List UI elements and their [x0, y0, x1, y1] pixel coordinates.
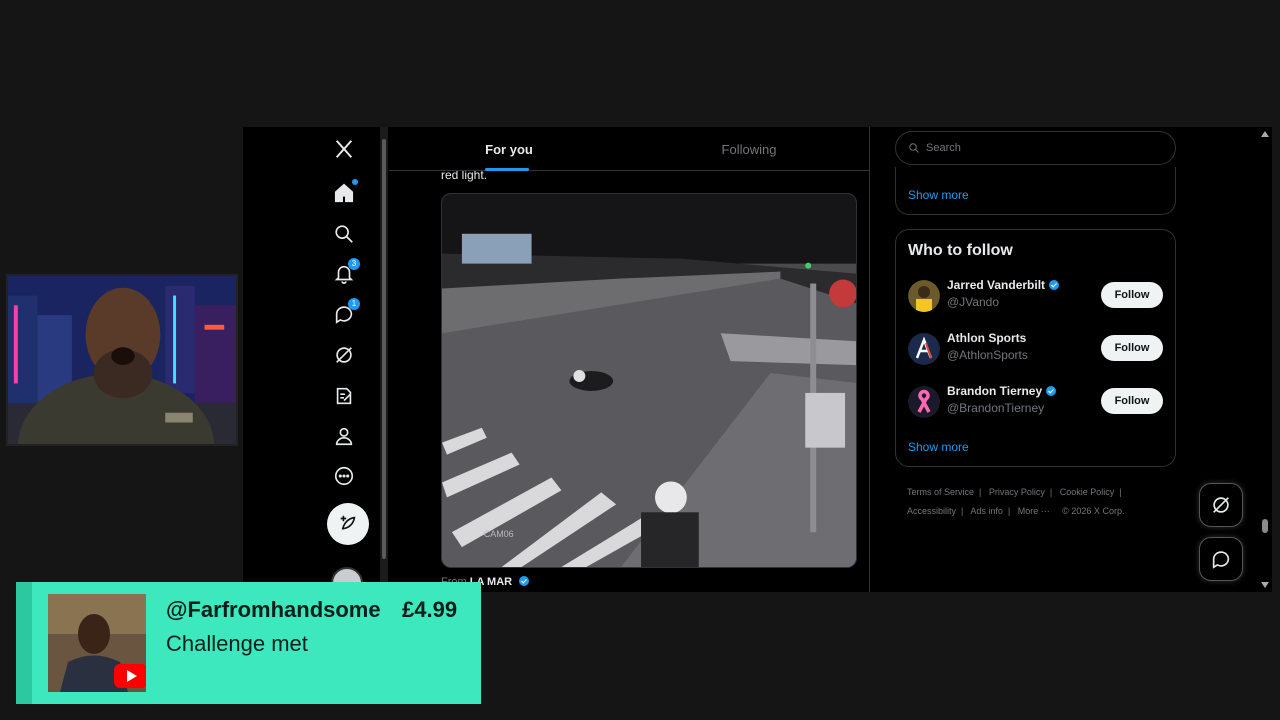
who-to-follow-title: Who to follow: [908, 242, 1013, 259]
tweet-video[interactable]: CAM06: [441, 193, 857, 568]
supporter-photo: [48, 594, 146, 692]
copyright: © 2026 X Corp.: [1062, 506, 1125, 516]
x-browser-window: 3 1 For you Following red light. CAM06 L…: [243, 127, 1272, 592]
superchat-message: Challenge met: [166, 631, 308, 656]
x-logo-icon[interactable]: [331, 136, 357, 162]
timeline-tabs: For you Following: [389, 127, 869, 171]
superchat-accent-stripe: [16, 582, 32, 704]
search-icon[interactable]: [331, 221, 357, 247]
user-name: Jarred Vanderbilt: [947, 278, 1060, 292]
footer-link[interactable]: Accessibility: [907, 506, 956, 516]
more-icon[interactable]: [331, 463, 357, 489]
user-handle: @AthlonSports: [947, 348, 1028, 362]
superchat-username: @Farfromhandsome: [166, 597, 381, 622]
verified-icon: [519, 576, 530, 586]
follow-suggestion[interactable]: Athlon Sports @AthlonSports Follow: [896, 327, 1175, 373]
profile-icon[interactable]: [331, 423, 357, 449]
footer-link[interactable]: More ···: [1018, 506, 1050, 516]
nav-scrollbar-thumb[interactable]: [382, 139, 386, 559]
messages-badge: 1: [348, 298, 360, 310]
home-notification-dot: [352, 179, 358, 185]
avatar: [908, 280, 940, 312]
messages-float-button[interactable]: [1199, 537, 1243, 581]
follow-suggestion[interactable]: Brandon Tierney @BrandonTierney Follow: [896, 380, 1175, 426]
footer-link[interactable]: Terms of Service: [907, 487, 974, 497]
superchat-avatar: [48, 594, 146, 692]
notifications-badge: 3: [348, 258, 360, 270]
right-sidebar: Show more Who to follow Jarred Vanderbil…: [895, 127, 1177, 592]
grok-float-button[interactable]: [1199, 483, 1243, 527]
grok-icon: [1213, 497, 1229, 513]
footer-link[interactable]: Privacy Policy: [989, 487, 1045, 497]
avatar: [908, 386, 940, 418]
tab-for-you[interactable]: For you: [389, 127, 629, 171]
who-to-follow-panel: Who to follow Jarred Vanderbilt @JVando …: [895, 229, 1176, 467]
tab-for-you-label: For you: [485, 141, 533, 157]
window-scrollbar-thumb[interactable]: [1262, 519, 1268, 533]
feather-plus-icon: [340, 515, 356, 530]
follow-button[interactable]: Follow: [1101, 335, 1163, 361]
who-to-follow-show-more-link[interactable]: Show more: [908, 440, 969, 454]
user-name: Brandon Tierney: [947, 384, 1057, 398]
superchat-banner: @Farfromhandsome £4.99 Challenge met: [16, 582, 481, 704]
search-input[interactable]: [926, 142, 1166, 154]
tab-following[interactable]: Following: [629, 127, 869, 171]
nav-scrollbar[interactable]: [380, 127, 388, 592]
post-button[interactable]: [327, 503, 369, 545]
superchat-amount: £4.99: [402, 597, 458, 622]
home-icon[interactable]: [331, 179, 358, 206]
user-name: Athlon Sports: [947, 331, 1027, 345]
timeline-column: For you Following red light. CAM06 LA MA…: [389, 127, 870, 592]
footer-links: Terms of Service | Privacy Policy | Cookie…: [907, 487, 1125, 516]
scroll-up-arrow[interactable]: [1261, 131, 1269, 137]
messages-icon: [1212, 551, 1230, 569]
cam-label: CAM06: [484, 529, 514, 539]
active-tab-indicator: [485, 168, 529, 171]
search-icon: [909, 143, 919, 153]
user-handle: @BrandonTierney: [947, 401, 1045, 415]
avatar: [908, 333, 940, 365]
follow-suggestion[interactable]: Jarred Vanderbilt @JVando Follow: [896, 274, 1175, 320]
trends-panel: Show more: [895, 167, 1176, 215]
user-handle: @JVando: [947, 295, 999, 309]
trends-show-more-link[interactable]: Show more: [908, 188, 969, 202]
bell-icon[interactable]: 3: [331, 258, 360, 287]
footer-link[interactable]: Cookie Policy: [1060, 487, 1115, 497]
write-icon[interactable]: [331, 383, 357, 409]
webcam-overlay: [6, 274, 238, 446]
streamer-webcam-image: [8, 276, 236, 444]
search-box[interactable]: [895, 131, 1176, 165]
left-navigation: 3 1: [243, 127, 380, 592]
cctv-street-scene: CAM06: [442, 194, 856, 567]
window-scrollbar[interactable]: [1258, 127, 1272, 592]
follow-button[interactable]: Follow: [1101, 282, 1163, 308]
footer-link[interactable]: Ads info: [970, 506, 1003, 516]
messages-icon[interactable]: 1: [331, 298, 360, 327]
verified-icon: [1049, 280, 1060, 290]
follow-button[interactable]: Follow: [1101, 388, 1163, 414]
scroll-down-arrow[interactable]: [1261, 582, 1269, 588]
grok-icon[interactable]: [331, 342, 357, 368]
tab-following-label: Following: [721, 141, 777, 157]
verified-icon: [1046, 386, 1057, 396]
